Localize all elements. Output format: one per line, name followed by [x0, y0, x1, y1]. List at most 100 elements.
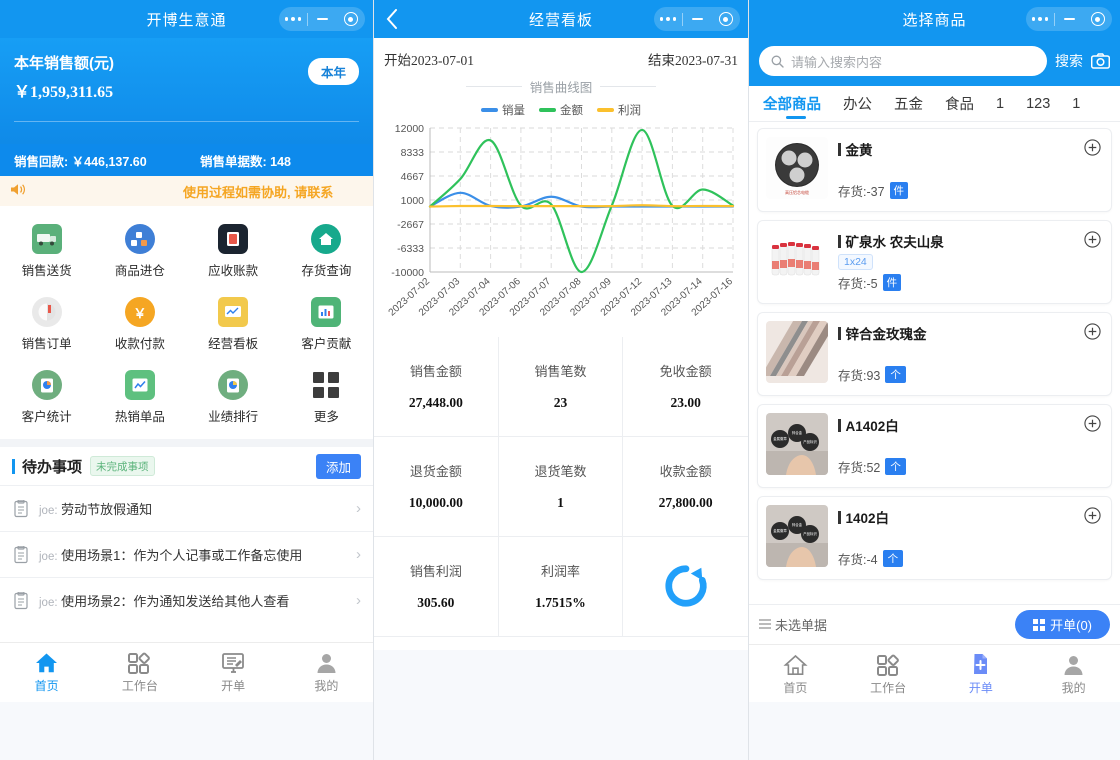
app-payment[interactable]: ￥ 收款付款 [93, 289, 186, 362]
close-target-icon[interactable] [1084, 12, 1112, 26]
search-input[interactable]: 请输入搜索内容 [759, 46, 1047, 76]
window-controls[interactable] [1026, 7, 1112, 31]
list-icon [759, 619, 771, 629]
minimize-icon[interactable] [683, 18, 711, 20]
add-product-icon[interactable] [1084, 139, 1101, 156]
add-product-icon[interactable] [1084, 323, 1101, 340]
date-range-row: 开始2023-07-01 结束2023-07-31 [374, 38, 748, 75]
svg-text:产品标识: 产品标识 [803, 439, 817, 444]
todo-list-item[interactable]: joe: 使用场景2：作为通知发送给其他人查看 › [0, 577, 373, 623]
rule-left [465, 86, 522, 87]
date-end[interactable]: 结束2023-07-31 [648, 49, 738, 69]
category-tab-food[interactable]: 食品 [934, 86, 985, 121]
svg-text:高压铝芯电缆: 高压铝芯电缆 [785, 189, 809, 195]
todo-body: 劳动节放假通知 [61, 502, 153, 517]
tab-label: 开单 [221, 678, 246, 693]
user-icon [1064, 655, 1083, 675]
kpi-grid: 销售金额 27,448.00 销售笔数 23 免收金额 23.00 退货金额 1… [374, 337, 748, 637]
legend-item-sales-volume: 销量 [481, 102, 525, 118]
speaker-icon [10, 183, 27, 199]
home-icon [783, 654, 808, 675]
product-info: 锌合金玫瑰金 存货:93 个 [838, 321, 1103, 387]
unit-badge: 件 [882, 274, 902, 291]
app-inventory-query[interactable]: 存货查询 [280, 216, 373, 289]
stock-label: 存货:93 [838, 369, 881, 383]
yuan-icon: ￥ [124, 297, 155, 327]
more-dots-icon[interactable] [1026, 16, 1054, 22]
add-product-icon[interactable] [1084, 415, 1101, 432]
tab-workbench[interactable]: 工作台 [842, 645, 935, 704]
kpi-cell-refresh[interactable] [623, 537, 748, 637]
workbench-icon [876, 654, 899, 676]
search-icon [771, 55, 784, 68]
cart-bar: 未选单据 开单(0) [749, 604, 1120, 644]
search-button[interactable]: 搜索 [1055, 51, 1083, 71]
app-dashboard[interactable]: 经营看板 [187, 289, 280, 362]
kpi-cell: 销售利润 305.60 [374, 537, 499, 637]
todo-list-item[interactable]: joe: 劳动节放假通知 › [0, 485, 373, 531]
product-card[interactable]: 金属徽章 锌合金 产品标识 1402白 存货:-4 个 [757, 496, 1112, 580]
category-tab-1b[interactable]: 1 [1061, 86, 1091, 121]
category-tab-all[interactable]: 全部商品 [759, 86, 832, 121]
cart-summary[interactable]: 未选单据 [759, 615, 1015, 634]
todo-author: joe: [39, 597, 58, 609]
add-product-icon[interactable] [1084, 231, 1101, 248]
category-tab-123[interactable]: 123 [1015, 86, 1061, 121]
category-tab-office[interactable]: 办公 [832, 86, 883, 121]
notice-banner[interactable]: 使用过程如需协助, 请联系 [0, 176, 373, 206]
product-card[interactable]: 高压铝芯电缆 金黄 存货:-37 件 [757, 128, 1112, 212]
product-card[interactable]: 锌合金玫瑰金 存货:93 个 [757, 312, 1112, 396]
more-dots-icon[interactable] [279, 16, 307, 22]
period-chip[interactable]: 本年 [307, 58, 359, 85]
app-customer-stats[interactable]: 客户统计 [0, 362, 93, 435]
add-todo-button[interactable]: 添加 [315, 453, 361, 479]
app-sales-delivery[interactable]: 销售送货 [0, 216, 93, 289]
app-performance-rank[interactable]: 业绩排行 [187, 362, 280, 435]
close-target-icon[interactable] [337, 12, 365, 26]
app-customer-contribution[interactable]: 客户贡献 [280, 289, 373, 362]
tab-billing[interactable]: 开单 [187, 643, 280, 702]
app-receivables[interactable]: 应收账款 [187, 216, 280, 289]
tab-profile[interactable]: 我的 [1027, 645, 1120, 704]
tab-home[interactable]: 首页 [749, 645, 842, 704]
window-controls[interactable] [279, 7, 365, 31]
tab-home[interactable]: 首页 [0, 643, 93, 702]
sales-line-chart: 12000 8333 4667 1000 -2667 -6333 -10000 2023-07… [374, 122, 748, 337]
kpi-value: 27,448.00 [408, 394, 463, 410]
more-dots-icon[interactable] [654, 16, 682, 22]
create-order-button[interactable]: 开单(0) [1015, 610, 1110, 639]
window-controls[interactable] [654, 7, 740, 31]
app-label: 销售订单 [21, 337, 72, 351]
close-target-icon[interactable] [712, 12, 740, 26]
product-thumbnail: 高压铝芯电缆 [766, 137, 828, 199]
app-sales-order[interactable]: 销售订单 [0, 289, 93, 362]
category-tab-hardware[interactable]: 五金 [883, 86, 934, 121]
category-tab-1[interactable]: 1 [985, 86, 1015, 121]
date-start[interactable]: 开始2023-07-01 [384, 49, 474, 69]
app-hot-items[interactable]: 热销单品 [93, 362, 186, 435]
user-icon [317, 653, 336, 673]
minimize-icon[interactable] [308, 18, 336, 20]
hero-sales-card: 本年销售额(元) ￥1,959,311.65 本年 [0, 38, 373, 144]
dashboard-icon [218, 297, 249, 327]
product-card[interactable]: 矿泉水 农夫山泉 1x24 存货:-5 件 [757, 220, 1112, 304]
camera-icon[interactable] [1091, 53, 1110, 69]
app-more[interactable]: 更多 [280, 362, 373, 435]
kpi-label: 收款金额 [659, 463, 712, 479]
tab-billing[interactable]: 开单 [935, 645, 1028, 704]
app-row: 客户统计 热销单品 业绩排行 更多 [0, 362, 373, 435]
minimize-icon[interactable] [1055, 18, 1083, 20]
app-goods-inbound[interactable]: 商品进仓 [93, 216, 186, 289]
back-button[interactable] [386, 0, 398, 38]
workbench-icon [128, 652, 151, 674]
tab-profile[interactable]: 我的 [280, 643, 373, 702]
kpi-cell: 销售笔数 23 [498, 337, 624, 437]
tab-workbench[interactable]: 工作台 [93, 643, 186, 702]
todo-list-item[interactable]: joe: 使用场景1：作为个人记事或工作备忘使用 › [0, 531, 373, 577]
kpi-cell: 退货笔数 1 [498, 437, 624, 537]
search-placeholder: 请输入搜索内容 [791, 54, 883, 70]
product-card[interactable]: 金属徽章 锌合金 产品标识 A1402白 存货:52 个 [757, 404, 1112, 488]
add-product-icon[interactable] [1084, 507, 1101, 524]
todo-item-text: joe: 劳动节放假通知 [39, 499, 356, 518]
refresh-icon[interactable] [663, 563, 709, 609]
